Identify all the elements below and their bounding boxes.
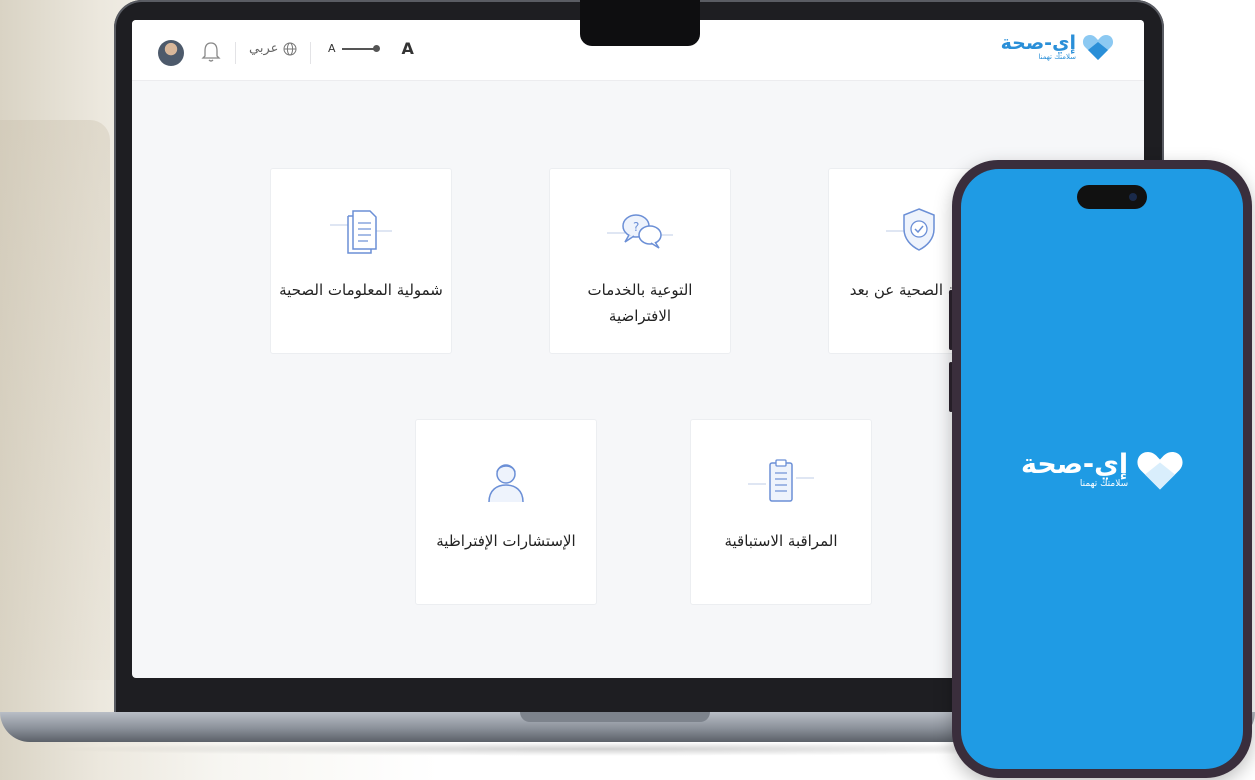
language-label: عربي	[249, 41, 279, 56]
font-size-control[interactable]: A A	[328, 39, 414, 58]
chat-bubbles-icon: ?	[607, 214, 673, 249]
service-card-health-info[interactable]: شمولية المعلومات الصحية	[270, 168, 452, 354]
shield-check-icon	[886, 208, 935, 251]
service-card-virtual-awareness[interactable]: ? التوعية بالخدمات الافتراضية	[549, 168, 731, 354]
phone-frame: إي‑صحة سلامتك تهمنا	[952, 160, 1252, 778]
avatar[interactable]	[158, 40, 184, 66]
service-card-label: الإستشارات الإفتراظية	[436, 532, 576, 550]
heart-logo-icon	[1082, 35, 1114, 60]
divider	[235, 42, 236, 64]
background-decoration	[0, 120, 110, 680]
globe-icon	[283, 42, 297, 55]
person-icon	[488, 464, 524, 503]
font-large-label: A	[401, 39, 414, 58]
camera-notch	[580, 0, 700, 46]
app-logo[interactable]: إي‑صحة سلامتك تهمنا	[1001, 33, 1114, 61]
document-icon	[330, 210, 392, 254]
heart-logo-icon	[1137, 452, 1183, 490]
divider	[310, 42, 311, 64]
language-switcher[interactable]: عربي	[249, 41, 297, 56]
clipboard-icon	[748, 459, 814, 502]
font-small-label: A	[328, 42, 336, 55]
laptop-base-groove	[520, 712, 710, 722]
logo-tagline: سلامتك تهمنا	[1038, 53, 1076, 61]
phone-logo-title: إي‑صحة	[1021, 449, 1129, 480]
phone-splash-screen: إي‑صحة سلامتك تهمنا	[961, 169, 1243, 769]
service-card-label: المراقبة الاستباقية	[724, 532, 838, 550]
phone-dynamic-island	[1077, 185, 1147, 209]
service-card-label: شمولية المعلومات الصحية	[279, 281, 443, 299]
font-size-slider[interactable]	[341, 44, 380, 52]
phone-app-logo: إي‑صحة سلامتك تهمنا	[1021, 449, 1184, 491]
service-card-proactive-monitoring[interactable]: المراقبة الاستباقية	[690, 419, 872, 605]
service-card-virtual-consultations[interactable]: الإستشارات الإفتراظية	[415, 419, 597, 605]
bell-icon[interactable]	[200, 39, 222, 65]
svg-text:?: ?	[633, 220, 639, 234]
logo-title: إي‑صحة	[1000, 32, 1076, 54]
phone-logo-tagline: سلامتك تهمنا	[1079, 479, 1129, 489]
service-card-label: التوعية بالخدمات الافتراضية	[587, 281, 693, 325]
